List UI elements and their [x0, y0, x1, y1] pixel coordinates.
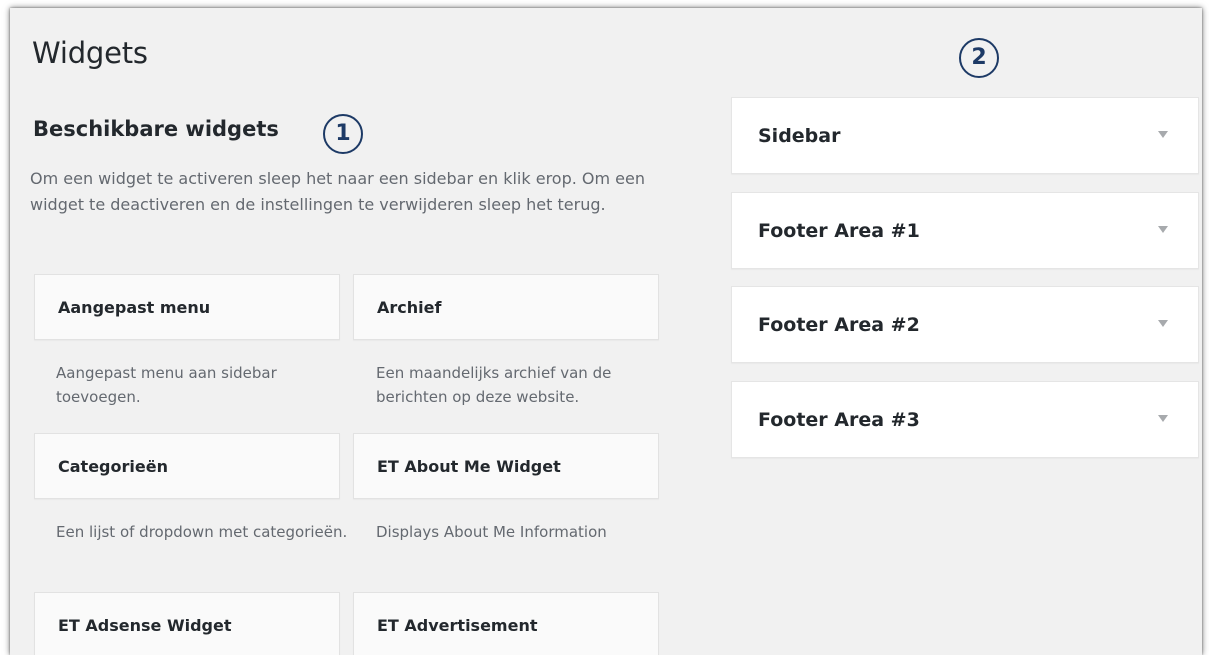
widget-area-title: Footer Area #3 [758, 409, 920, 431]
widgets-screen: Widgets Beschikbare widgets 1 Om een wid… [10, 8, 1202, 655]
available-widgets-heading: Beschikbare widgets [33, 117, 279, 141]
widget-area-title: Footer Area #2 [758, 314, 920, 336]
widget-archief[interactable]: Archief [353, 274, 659, 340]
widget-title: Categorieën [58, 457, 168, 476]
caret-down-icon[interactable] [1158, 226, 1168, 233]
annotation-marker-2: 2 [959, 38, 999, 78]
widget-description: Een maandelijks archief van de berichten… [376, 364, 612, 406]
widget-area-title: Sidebar [758, 125, 841, 147]
widget-area-footer-3[interactable]: Footer Area #3 [731, 381, 1199, 458]
widget-et-adsense[interactable]: ET Adsense Widget [34, 592, 340, 655]
annotation-marker-1: 1 [323, 114, 363, 154]
widget-description: Een lijst of dropdown met categorieën. [56, 523, 348, 541]
widget-area-sidebar[interactable]: Sidebar [731, 97, 1199, 174]
widget-area-title: Footer Area #1 [758, 220, 920, 242]
widget-title: Archief [377, 298, 442, 317]
page-title: Widgets [32, 36, 148, 70]
widget-aangepast-menu[interactable]: Aangepast menu [34, 274, 340, 340]
caret-down-icon[interactable] [1158, 415, 1168, 422]
widget-title: ET About Me Widget [377, 457, 561, 476]
widget-description: Aangepast menu aan sidebar toevoegen. [56, 364, 277, 406]
widget-area-footer-2[interactable]: Footer Area #2 [731, 286, 1199, 363]
widget-categorieen[interactable]: Categorieën [34, 433, 340, 499]
widget-et-about-me[interactable]: ET About Me Widget [353, 433, 659, 499]
available-widgets-description: Om een widget te activeren sleep het naa… [30, 169, 646, 214]
widget-title: ET Advertisement [377, 616, 538, 635]
widget-et-advertisement[interactable]: ET Advertisement [353, 592, 659, 655]
caret-down-icon[interactable] [1158, 131, 1168, 138]
widget-title: Aangepast menu [58, 298, 211, 317]
widget-area-footer-1[interactable]: Footer Area #1 [731, 192, 1199, 269]
caret-down-icon[interactable] [1158, 320, 1168, 327]
widget-description: Displays About Me Information [376, 523, 607, 541]
widget-title: ET Adsense Widget [58, 616, 232, 635]
